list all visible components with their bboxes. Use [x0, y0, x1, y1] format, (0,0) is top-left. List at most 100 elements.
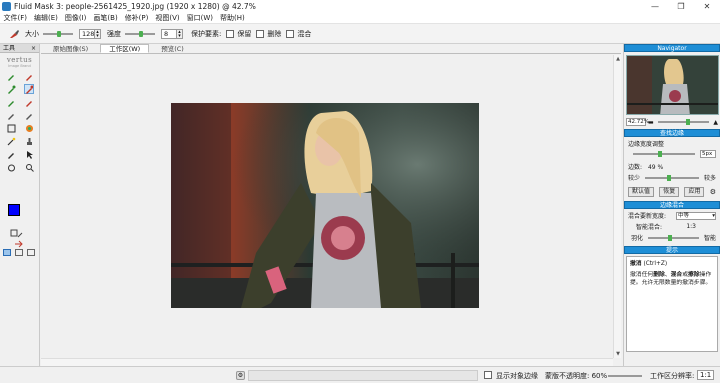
view-compare-icon[interactable] [27, 249, 35, 256]
hand-icon[interactable] [6, 162, 16, 172]
delete-local-brush-icon[interactable] [24, 84, 34, 94]
close-icon[interactable]: × [31, 44, 36, 52]
view-split-icon[interactable] [15, 249, 23, 256]
delete-checkbox[interactable] [256, 29, 265, 38]
hint-content: 撤消 (Ctrl+Z) 撤消任何删除、混合或擦除操作 提。允许无限数量的撤消步骤… [626, 256, 718, 352]
size-label: 大小 [25, 29, 39, 38]
feather-spinner[interactable]: ▴ ▾ [177, 28, 183, 39]
feather-input[interactable]: 8 [161, 28, 177, 39]
show-edges-checkbox[interactable] [484, 371, 492, 379]
close-button[interactable]: ✕ [694, 0, 720, 12]
zoom-slider[interactable] [657, 119, 710, 125]
edge-width-input[interactable]: 5px [700, 150, 716, 158]
menu-view[interactable]: 视图(V) [152, 13, 183, 23]
settings-icon[interactable]: ⚙ [710, 188, 716, 196]
patch-brush-icon[interactable] [24, 110, 34, 120]
blend-checkbox[interactable] [286, 29, 295, 38]
menu-bar: 文件(F) 编辑(E) 图像(I) 画笔(B) 修补(P) 视图(V) 窗口(W… [0, 12, 720, 24]
feather-slider[interactable] [125, 30, 155, 37]
scroll-down-icon[interactable]: ▼ [614, 350, 622, 358]
pointer-icon[interactable] [24, 149, 34, 159]
zoom-input[interactable]: 42.72% [626, 118, 649, 126]
keep-checkbox[interactable] [226, 29, 235, 38]
menu-edit[interactable]: 编辑(E) [31, 13, 62, 23]
keep-local-brush-icon[interactable] [6, 84, 16, 94]
menu-window[interactable]: 窗口(W) [183, 13, 216, 23]
mask-opacity: 蒙版不透明度: 60% [545, 372, 608, 380]
title-bar: Fluid Mask 3: people-2561425_1920.jpg (1… [0, 0, 720, 12]
show-edges-label: 显示对象边缘 [496, 372, 538, 380]
edge-factor: 边数: 49 % [628, 164, 664, 171]
delete-fill-icon[interactable] [24, 97, 34, 107]
horizontal-scrollbar[interactable] [41, 358, 613, 366]
gear-icon[interactable]: ⚙ [236, 371, 245, 380]
edge-width-slider[interactable] [633, 151, 695, 157]
edge-width-row: 5px [624, 150, 720, 158]
workspace-canvas[interactable]: ▲ ▼ [41, 55, 621, 366]
zoom-in-icon[interactable]: ▲ [713, 119, 718, 126]
tool-grid [0, 71, 39, 172]
delete-brush-icon[interactable] [24, 71, 34, 81]
window-controls: — ❐ ✕ [642, 0, 720, 12]
edge-buttons: 默认值 恢复 应用 ⚙ [624, 187, 720, 197]
edge-header: 查找边缘 [624, 129, 720, 137]
vertical-scrollbar[interactable]: ▲ ▼ [613, 55, 621, 358]
menu-patch[interactable]: 修补(P) [121, 13, 152, 23]
tools-header: 工具 × [0, 44, 39, 53]
color-picker-icon[interactable] [24, 123, 34, 133]
zoom-row: 42.72% ▬ ▲ [626, 118, 718, 126]
eyedropper-icon[interactable] [6, 149, 16, 159]
view-tabs: 原始图像(S) 工作区(W) 预览(C) [41, 44, 621, 54]
blend-quality-select[interactable]: 中等 ▾ [676, 211, 716, 220]
size-slider[interactable] [43, 30, 73, 37]
vertus-logo-sub: Image Brand [8, 64, 31, 68]
status-bar: ⚙ 显示对象边缘 蒙版不透明度: 60% 工作区分辨率: 1:1 [0, 366, 720, 383]
blend-slider[interactable] [648, 234, 699, 241]
hint-body-2: 提。允许无限数量的撤消步骤。 [630, 280, 712, 286]
menu-help[interactable]: 帮助(H) [217, 13, 249, 23]
blend-brush-icon[interactable] [6, 110, 16, 120]
workspace-zoom-label: 工作区分辨率: [650, 372, 695, 380]
blend-label: 混合 [297, 29, 312, 38]
zoom-out-icon[interactable]: ▬ [648, 119, 654, 126]
rect-select-icon[interactable] [6, 123, 16, 133]
menu-file[interactable]: 文件(F) [0, 13, 31, 23]
apply-button[interactable]: 应用 [684, 187, 705, 197]
app-icon [2, 1, 11, 11]
tab-workspace[interactable]: 工作区(W) [100, 44, 150, 53]
hint-title: 撤消 (Ctrl+Z) [630, 261, 668, 267]
size-spinner[interactable]: ▴ ▾ [95, 28, 101, 39]
magic-wand-icon[interactable] [6, 136, 16, 146]
working-image[interactable] [171, 103, 479, 308]
tab-preview[interactable]: 预览(C) [152, 44, 193, 53]
edge-factor-row: 较少 较多 [628, 174, 716, 182]
workspace-zoom-value[interactable]: 1:1 [697, 370, 715, 380]
maximize-button[interactable]: ❐ [668, 0, 694, 12]
foreground-color-swatch[interactable] [8, 204, 20, 216]
size-input[interactable]: 128 [79, 28, 95, 39]
menu-image[interactable]: 图像(I) [61, 13, 90, 23]
delete-label: 删除 [267, 29, 282, 38]
zoom-icon[interactable] [24, 162, 34, 172]
keep-fill-icon[interactable] [6, 97, 16, 107]
menu-brush[interactable]: 画笔(B) [90, 13, 121, 23]
vertus-logo: vertus [6, 56, 33, 64]
opacity-slider[interactable] [608, 375, 642, 377]
keep-brush-icon[interactable] [6, 71, 16, 81]
tab-original[interactable]: 原始图像(S) [44, 44, 97, 53]
restore-button[interactable]: 恢复 [659, 187, 680, 197]
brush-toolbar: 大小 128 ▴ ▾ 强度 8 ▴ ▾ 保护要素: 保留 删除 混合 [0, 24, 720, 44]
navigator-header: Navigator [624, 44, 720, 52]
hint-body: 撤消任何删除、混合或擦除操作 [630, 272, 712, 278]
protect-label: 保护要素: [191, 29, 222, 38]
blend-quality-row: 混合要新宽度: 中等 ▾ [628, 211, 716, 220]
default-button[interactable]: 默认值 [628, 187, 655, 197]
feather-label: 强度 [107, 29, 121, 38]
stamp-icon[interactable] [24, 136, 34, 146]
view-single-icon[interactable] [3, 249, 11, 256]
minimize-button[interactable]: — [642, 0, 668, 12]
navigator-thumbnail[interactable] [626, 55, 719, 115]
scroll-up-icon[interactable]: ▲ [614, 55, 622, 63]
edge-factor-slider[interactable] [645, 174, 699, 181]
window-title: Fluid Mask 3: people-2561425_1920.jpg (1… [14, 1, 256, 11]
